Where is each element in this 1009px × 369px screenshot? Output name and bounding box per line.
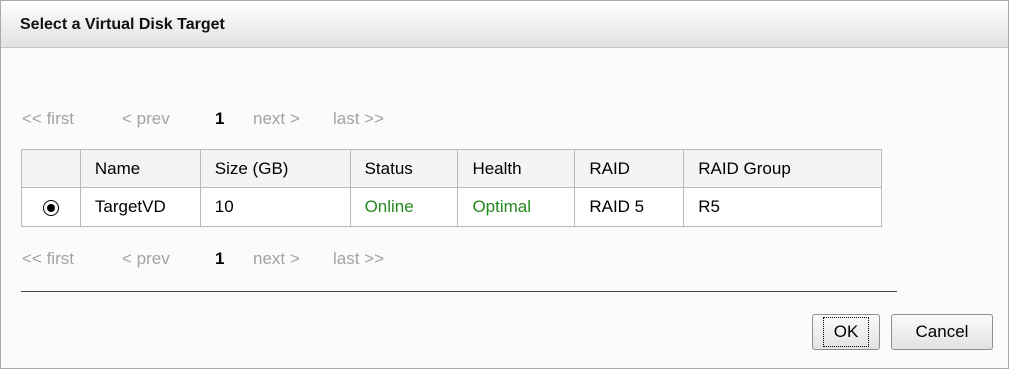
column-header-status[interactable]: Status (349, 149, 459, 188)
cell-raid: RAID 5 (574, 187, 685, 227)
cell-raid-group: R5 (683, 187, 882, 227)
pager-last-link[interactable]: last >> (333, 249, 384, 269)
dialog-title: Select a Virtual Disk Target (1, 1, 1008, 48)
table-header-row: Name Size (GB) Status Health RAID RAID G… (21, 149, 882, 188)
pager-next-link[interactable]: next > (253, 109, 333, 129)
cancel-button[interactable]: Cancel (891, 314, 993, 350)
cell-status: Online (349, 187, 459, 227)
pager-current-page: 1 (215, 109, 225, 128)
cell-name: TargetVD (79, 187, 201, 227)
virtual-disk-table: Name Size (GB) Status Health RAID RAID G… (21, 149, 882, 227)
pager-top: << first < prev 1 next > last >> (22, 109, 384, 129)
ok-button[interactable]: OK (812, 314, 880, 350)
cell-size: 10 (199, 187, 351, 227)
row-select-cell[interactable] (21, 187, 81, 227)
pager-next-link[interactable]: next > (253, 249, 333, 269)
column-header-health[interactable]: Health (457, 149, 576, 188)
column-header-raid[interactable]: RAID (574, 149, 685, 188)
footer-divider (21, 291, 897, 292)
pager-current-page: 1 (215, 249, 225, 268)
pager-last-link[interactable]: last >> (333, 109, 384, 129)
column-header-name[interactable]: Name (79, 149, 201, 188)
column-header-select (21, 149, 81, 188)
pager-first-link[interactable]: << first (22, 249, 122, 269)
column-header-size[interactable]: Size (GB) (199, 149, 351, 188)
pager-first-link[interactable]: << first (22, 109, 122, 129)
radio-selected-dot (46, 203, 55, 212)
select-virtual-disk-dialog: Select a Virtual Disk Target << first < p… (0, 0, 1009, 369)
table-row[interactable]: TargetVD 10 Online Optimal RAID 5 R5 (21, 187, 882, 227)
column-header-raid-group[interactable]: RAID Group (683, 149, 882, 188)
pager-bottom: << first < prev 1 next > last >> (22, 249, 384, 269)
row-select-radio[interactable] (42, 199, 59, 216)
pager-prev-link[interactable]: < prev (122, 109, 215, 129)
cell-health: Optimal (457, 187, 576, 227)
pager-prev-link[interactable]: < prev (122, 249, 215, 269)
ok-button-label: OK (822, 317, 870, 347)
